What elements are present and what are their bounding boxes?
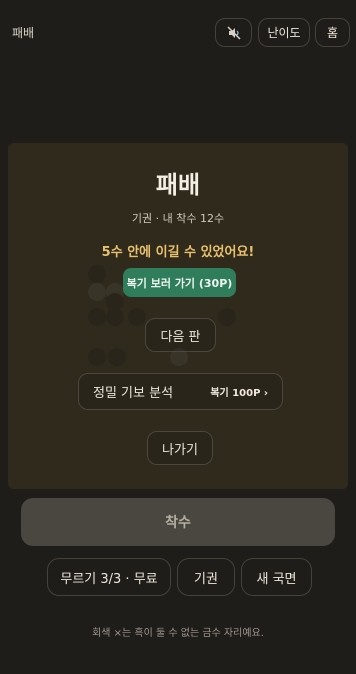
analysis-cost: 복기 100P › xyxy=(210,388,268,399)
analysis-label: 정밀 기보 분석 xyxy=(93,386,174,401)
result-title: 패배 xyxy=(155,171,201,199)
difficulty-button[interactable]: 난이도 xyxy=(258,18,310,47)
undo-button[interactable]: 무르기 3/3 · 무료 xyxy=(47,558,171,596)
sound-toggle-button[interactable] xyxy=(215,18,252,47)
resign-button[interactable]: 기권 xyxy=(177,558,235,596)
review-button[interactable]: 복기 보러 가기 (30P) xyxy=(123,268,236,297)
result-message: 5수 안에 이길 수 있었어요! xyxy=(101,245,255,260)
place-stone-button[interactable]: 착수 xyxy=(21,498,335,546)
sound-muted-icon xyxy=(226,25,242,41)
next-game-button[interactable]: 다음 판 xyxy=(145,318,216,352)
result-subtitle: 기권 · 내 착수 12수 xyxy=(131,212,225,225)
home-button[interactable]: 홈 xyxy=(315,18,350,47)
exit-button[interactable]: 나가기 xyxy=(147,431,213,465)
forbidden-point-note: 회색 ×는 흑이 둘 수 없는 금수 자리예요. xyxy=(92,628,264,639)
new-position-button[interactable]: 새 국면 xyxy=(241,558,312,596)
analysis-button[interactable]: 정밀 기보 분석 복기 100P › xyxy=(78,373,283,410)
page-title: 패배 xyxy=(12,26,35,40)
top-bar: 패배 난이도 홈 xyxy=(0,0,356,64)
